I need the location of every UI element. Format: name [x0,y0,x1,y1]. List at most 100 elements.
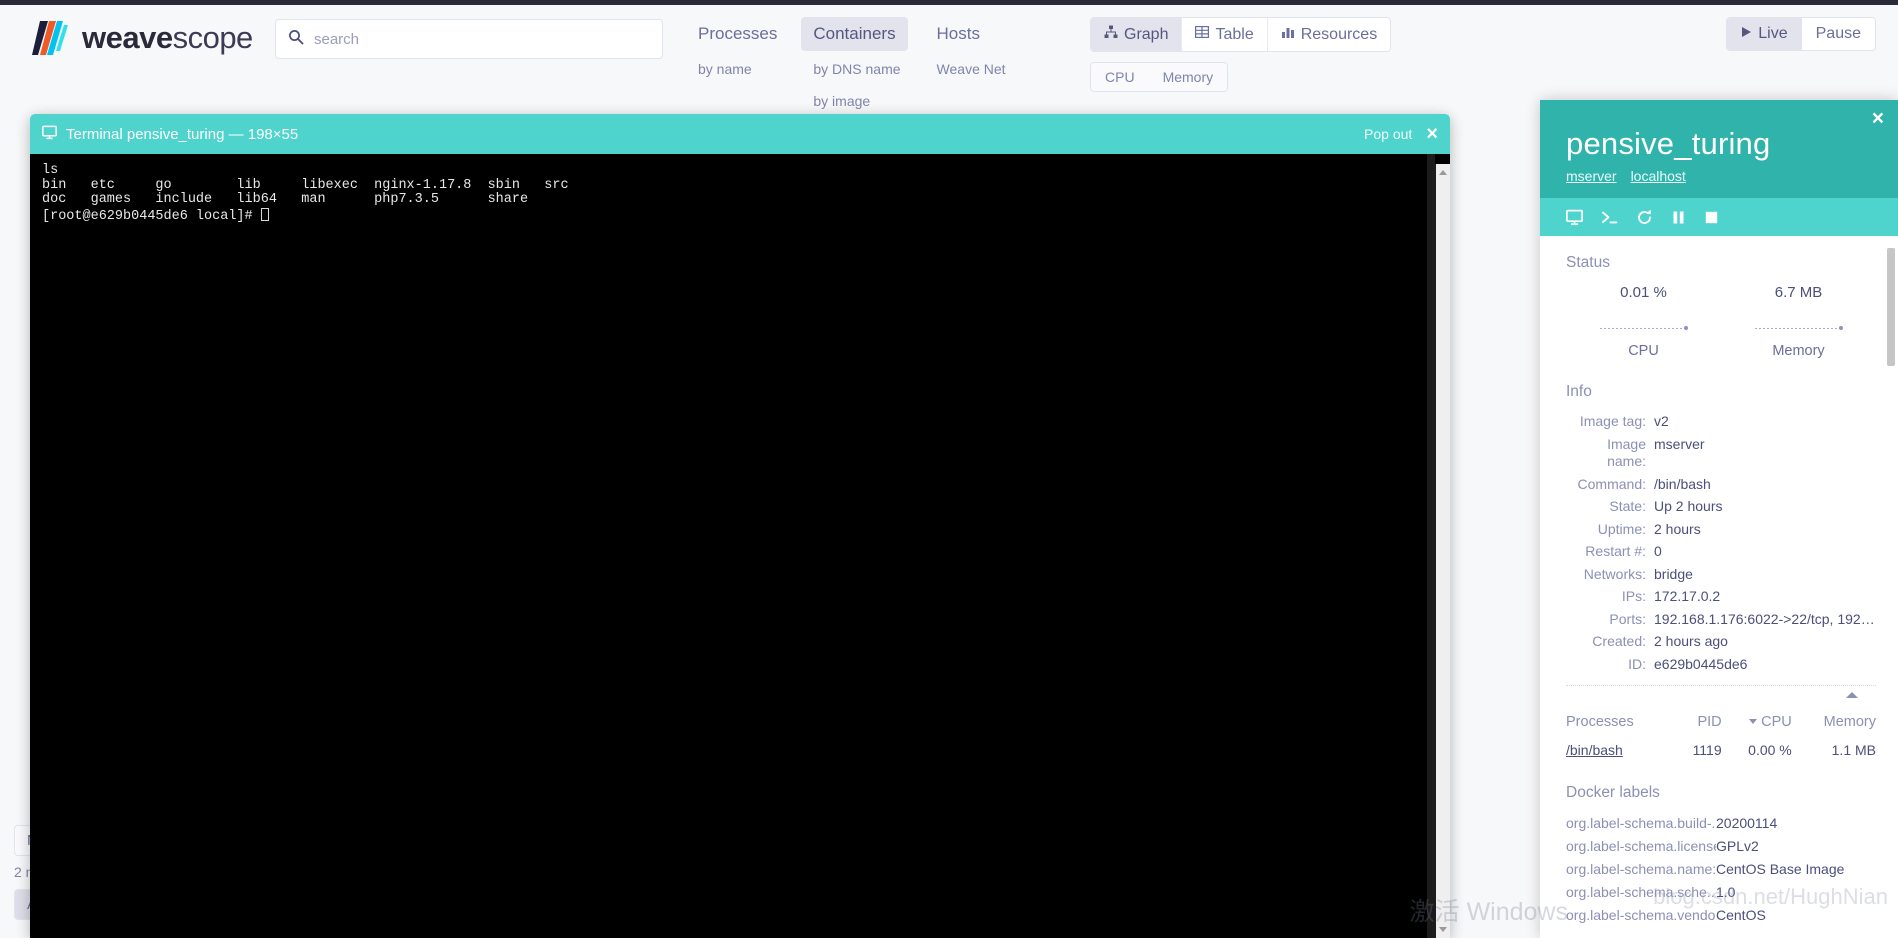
sort-desc-icon [1749,719,1757,724]
topology-containers[interactable]: Containers [801,17,907,51]
info-row: Created: 2 hours ago [1566,633,1876,651]
info-divider [1566,685,1876,686]
graph-icon [1104,25,1118,44]
search-input[interactable] [314,31,650,48]
view-mode-resources[interactable]: Resources [1268,18,1390,51]
label-row: org.label-schema.vendor: CentOS [1566,906,1876,924]
search-box[interactable] [275,19,663,59]
topology-processes[interactable]: Processes [686,17,789,51]
terminal-header[interactable]: Terminal pensive_turing — 198×55 Pop out… [30,114,1450,154]
live-label: Live [1758,25,1787,43]
node-details-panel: × pensive_turing mserver localhost [1540,100,1898,938]
terminal-body[interactable]: ls bin etc go lib libexec nginx-1.17.8 s… [30,154,1450,938]
column-header-memory[interactable]: Memory [1792,712,1876,740]
view-mode-table-label: Table [1215,26,1253,44]
terminal-scrollbar[interactable] [1435,164,1450,938]
info-value: bridge [1654,566,1693,584]
topology-sub-weave-net[interactable]: Weave Net [925,55,1018,83]
pause-button[interactable]: Pause [1802,18,1875,50]
docker-labels-list: org.label-schema.build-... 20200114 org.… [1566,814,1876,924]
panel-close-icon[interactable]: × [1872,108,1884,129]
terminal-output: ls bin etc go lib libexec nginx-1.17.8 s… [42,164,1435,938]
metric-cpu-card[interactable]: 0.01 % CPU [1566,284,1721,359]
metric-memory-sparkline [1721,323,1876,333]
terminal-title: Terminal pensive_turing — 198×55 [42,125,298,144]
pause-icon[interactable] [1671,210,1686,225]
topology-sub-by-image[interactable]: by image [801,87,912,115]
info-key: Image name: [1566,436,1654,471]
terminal-icon[interactable] [1601,209,1618,226]
info-key: Networks: [1566,566,1654,584]
info-row: IPs: 172.17.0.2 [1566,588,1876,606]
label-key: org.label-schema.name: [1566,860,1716,878]
panel-scrollbar-thumb[interactable] [1887,248,1895,366]
info-key: ID: [1566,656,1654,674]
topology-column-hosts: Hosts Weave Net [919,17,1024,115]
process-memory-cell: 1.1 MB [1792,740,1876,760]
info-value: 192.168.1.176:6022->22/tcp, 192.168.1...… [1654,611,1876,629]
topology-sub-by-name[interactable]: by name [686,55,789,83]
terminal-popout-button[interactable]: Pop out [1364,126,1412,142]
metric-cpu[interactable]: CPU [1091,63,1149,91]
topology-hosts[interactable]: Hosts [925,17,992,51]
label-key: org.label-schema.sche... [1566,883,1716,901]
terminal-close-icon[interactable]: × [1426,124,1438,144]
info-key: Image tag: [1566,413,1654,431]
terminal-window: Terminal pensive_turing — 198×55 Pop out… [30,114,1450,938]
label-value: CentOS [1716,906,1766,924]
terminal-line: ls [42,163,58,178]
metric-memory[interactable]: Memory [1149,63,1228,91]
info-key: Command: [1566,476,1654,494]
info-key: Uptime: [1566,521,1654,539]
collapse-info-icon[interactable] [1846,692,1858,698]
stop-icon[interactable] [1704,210,1719,225]
status-metrics: 0.01 % CPU 6.7 MB Memory [1566,284,1876,359]
info-row: Image name: mserver [1566,436,1876,471]
panel-scrollbar[interactable] [1887,248,1895,926]
parent-link-image[interactable]: mserver [1566,168,1617,184]
info-key: Created: [1566,633,1654,651]
info-value: e629b0445de6 [1654,656,1747,674]
sparkline-line [1755,328,1842,329]
metric-cpu-value: 0.01 % [1566,284,1721,301]
table-row[interactable]: /bin/bash 1119 0.00 % 1.1 MB [1566,740,1876,760]
app-header: weavescope Processes by name Containers … [0,5,1898,110]
terminal-line: [root@e629b0445de6 local]# [42,209,261,224]
column-header-cpu[interactable]: CPU [1722,712,1792,740]
scroll-down-icon[interactable] [1439,927,1447,932]
brand-logo[interactable]: weavescope [30,17,253,59]
info-row: State: Up 2 hours [1566,498,1876,516]
info-row: Restart #: 0 [1566,543,1876,561]
parent-link-host[interactable]: localhost [1631,168,1686,184]
info-key: State: [1566,498,1654,516]
weave-scope-app: weavescope Processes by name Containers … [0,0,1898,938]
info-key: Restart #: [1566,543,1654,561]
info-row: Uptime: 2 hours [1566,521,1876,539]
column-header-pid[interactable]: PID [1675,712,1722,740]
view-mode-graph[interactable]: Graph [1091,18,1182,51]
live-button[interactable]: Live [1727,18,1801,50]
process-cpu-cell: 0.00 % [1722,740,1792,760]
sparkline-endpoint [1839,326,1843,330]
scroll-up-icon[interactable] [1439,170,1447,175]
restart-icon[interactable] [1636,209,1653,226]
logs-icon[interactable] [1566,209,1583,226]
topology-sub-by-dns-name[interactable]: by DNS name [801,55,912,83]
info-value: Up 2 hours [1654,498,1722,516]
column-header-cpu-label: CPU [1761,714,1792,730]
process-link[interactable]: /bin/bash [1566,742,1623,758]
label-row: org.label-schema.license: GPLv2 [1566,837,1876,855]
metric-memory-card[interactable]: 6.7 MB Memory [1721,284,1876,359]
metric-cpu-label: CPU [1566,343,1721,359]
view-mode-table[interactable]: Table [1182,18,1267,51]
label-value: GPLv2 [1716,837,1759,855]
panel-scroll-area[interactable]: Status 0.01 % CPU 6.7 MB [1540,236,1898,938]
info-value: mserver [1654,436,1705,471]
metric-selector: CPU Memory [1090,62,1228,92]
view-mode-resources-label: Resources [1301,26,1377,44]
column-header-processes[interactable]: Processes [1566,712,1675,740]
brand-name: weavescope [82,20,253,56]
label-key: org.label-schema.license: [1566,837,1716,855]
sparkline-endpoint [1684,326,1688,330]
terminal-actions: Pop out × [1364,124,1438,144]
